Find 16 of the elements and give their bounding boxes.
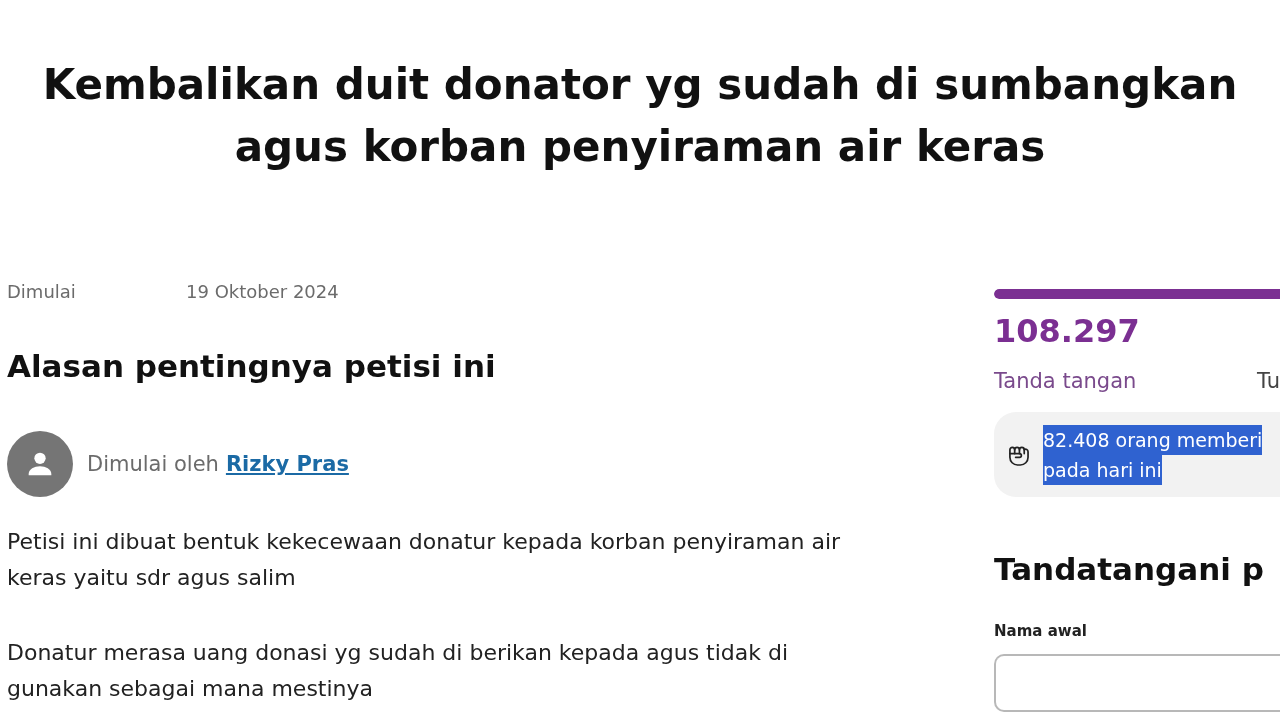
body-paragraph: Donatur merasa uang donasi yg sudah di berikan kepada agus tidak di gunakan sebagai mana mestinya [7, 639, 790, 703]
section-heading: Alasan pentingnya petisi ini [7, 347, 497, 386]
signature-label: Tanda tangan [994, 368, 1137, 395]
field-label: Nama awal [994, 621, 1088, 641]
fist-icon [1008, 443, 1029, 466]
starter-link[interactable]: Rizky Pras [225, 449, 349, 479]
started-date: 19 Oktober 2024 [186, 280, 339, 304]
started-label: Dimulai [7, 280, 77, 304]
goal-label: Tu [1257, 368, 1280, 395]
activity-text: 82.408 orang memberi pada hari ini [1043, 424, 1263, 485]
first-name-input[interactable] [994, 654, 1280, 712]
body-paragraph: Petisi ini dibuat bentuk kekecewaan donatur kepada korban penyiraman air keras yaitu sdr agus salim [7, 528, 842, 592]
petition-title: Kembalikan duit donator yg sudah di sumbangkan agus korban penyiraman air keras [42, 59, 1238, 173]
signature-count: 108.297 [994, 311, 1141, 351]
starter-label: Dimulai oleh [87, 451, 219, 478]
sign-heading: Tandatangani p [994, 550, 1265, 589]
